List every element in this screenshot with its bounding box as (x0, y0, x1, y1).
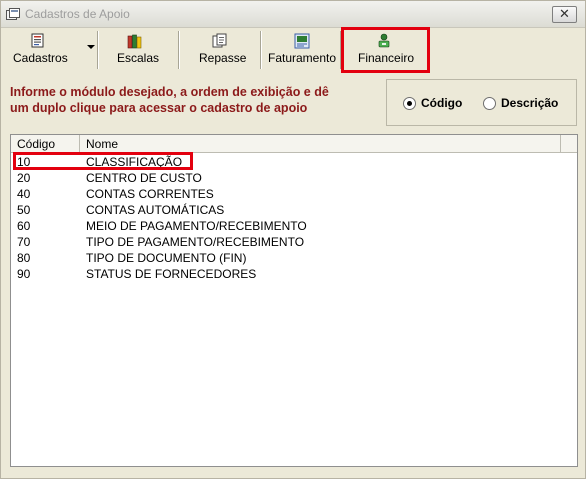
row-code: 80 (17, 251, 31, 265)
codigo-radio-label[interactable]: Código (421, 96, 462, 110)
documents-icon (212, 33, 227, 48)
column-header-nome[interactable]: Nome (80, 135, 561, 153)
faturamento-label: Faturamento (268, 51, 337, 65)
escalas-button[interactable]: Escalas (105, 29, 171, 73)
row-name: CONTAS AUTOMÁTICAS (86, 203, 225, 217)
close-button[interactable]: ✕ (552, 6, 577, 23)
row-highlight (13, 152, 193, 170)
toolbar: Cadastros Escalas Repasse Faturamento Fi… (1, 27, 585, 73)
row-code: 40 (17, 187, 31, 201)
row-code: 50 (17, 203, 31, 217)
list-header: Código Nome (11, 135, 577, 153)
report-icon (294, 33, 310, 49)
descricao-radio-label[interactable]: Descrição (501, 96, 558, 110)
row-name: TIPO DE PAGAMENTO/RECEBIMENTO (86, 235, 305, 249)
chevron-down-icon[interactable] (87, 45, 95, 49)
repasse-label: Repasse (199, 51, 247, 65)
window-icon (6, 8, 20, 20)
table-row[interactable]: 60 MEIO DE PAGAMENTO/RECEBIMENTO (11, 218, 577, 234)
column-header-codigo[interactable]: Código (11, 135, 80, 153)
modules-list[interactable]: Código Nome 10 CLASSIFICAÇÃO 20 CENTRO D… (10, 134, 578, 467)
cadastros-button[interactable]: Cadastros (9, 29, 95, 73)
row-name: TIPO DE DOCUMENTO (FIN) (86, 251, 247, 265)
escalas-label: Escalas (117, 51, 160, 65)
row-name: CENTRO DE CUSTO (86, 171, 202, 185)
cadastros-label: Cadastros (13, 51, 68, 65)
form-icon (31, 33, 44, 48)
table-row[interactable]: 40 CONTAS CORRENTES (11, 186, 577, 202)
close-icon: ✕ (559, 6, 570, 21)
books-icon (127, 34, 142, 49)
table-row[interactable]: 80 TIPO DE DOCUMENTO (FIN) (11, 250, 577, 266)
financeiro-highlight (341, 27, 430, 73)
instruction-line-2: um duplo clique para acessar o cadastro … (10, 101, 308, 115)
descricao-radio[interactable] (483, 97, 496, 110)
order-radio-group: Código Descrição (386, 79, 577, 126)
row-code: 90 (17, 267, 31, 281)
toolbar-separator (97, 31, 99, 69)
cadastros-de-apoio-window: Cadastros de Apoio ✕ Cadastros Escalas R… (0, 0, 586, 479)
window-title: Cadastros de Apoio (25, 7, 130, 21)
faturamento-button[interactable]: Faturamento (267, 29, 339, 73)
row-name: MEIO DE PAGAMENTO/RECEBIMENTO (86, 219, 307, 233)
table-row[interactable]: 20 CENTRO DE CUSTO (11, 170, 577, 186)
title-bar[interactable]: Cadastros de Apoio ✕ (1, 1, 585, 28)
row-code: 20 (17, 171, 31, 185)
instruction-line-1: Informe o módulo desejado, a ordem de ex… (10, 85, 329, 99)
row-name: CONTAS CORRENTES (86, 187, 214, 201)
codigo-radio[interactable] (403, 97, 416, 110)
table-row[interactable]: 70 TIPO DE PAGAMENTO/RECEBIMENTO (11, 234, 577, 250)
table-row[interactable]: 90 STATUS DE FORNECEDORES (11, 266, 577, 282)
repasse-button[interactable]: Repasse (185, 29, 255, 73)
toolbar-separator (178, 31, 180, 69)
instruction-text: Informe o módulo desejado, a ordem de ex… (10, 84, 380, 116)
toolbar-separator (260, 31, 262, 69)
table-row[interactable]: 50 CONTAS AUTOMÁTICAS (11, 202, 577, 218)
row-name: STATUS DE FORNECEDORES (86, 267, 257, 281)
row-code: 60 (17, 219, 31, 233)
row-code: 70 (17, 235, 31, 249)
